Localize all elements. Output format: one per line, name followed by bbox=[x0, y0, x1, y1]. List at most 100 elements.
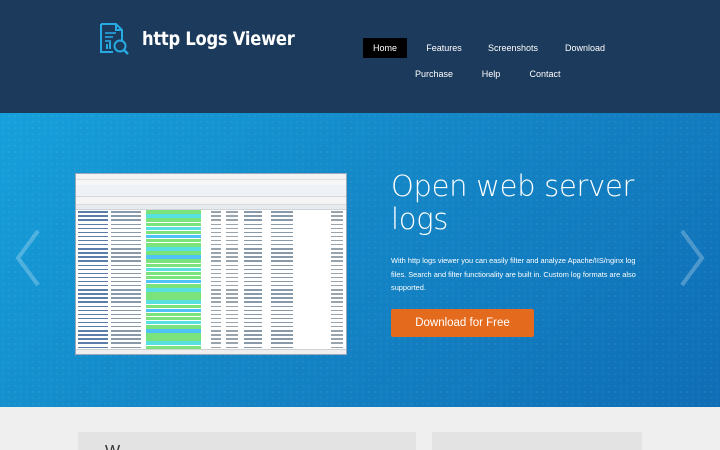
nav-download[interactable]: Download bbox=[559, 38, 611, 58]
log-cell bbox=[331, 239, 343, 242]
log-cell bbox=[211, 330, 221, 332]
log-cell bbox=[271, 305, 293, 307]
log-cell bbox=[211, 276, 221, 279]
nav-screenshots[interactable]: Screenshots bbox=[483, 38, 543, 58]
logo[interactable]: http Logs Viewer bbox=[98, 22, 319, 56]
log-cell bbox=[226, 219, 238, 221]
log-cell bbox=[331, 317, 343, 320]
chevron-left-icon[interactable] bbox=[8, 223, 48, 293]
log-cell bbox=[331, 252, 343, 254]
log-cell bbox=[111, 239, 141, 242]
log-cell bbox=[331, 330, 343, 332]
log-cell bbox=[271, 227, 293, 230]
log-cell bbox=[78, 252, 108, 254]
log-cell bbox=[244, 227, 262, 230]
log-cell bbox=[271, 256, 293, 258]
log-cell bbox=[211, 235, 221, 238]
chevron-right-icon[interactable] bbox=[672, 223, 712, 293]
log-cell bbox=[244, 330, 262, 332]
log-cell bbox=[111, 346, 141, 348]
log-cell bbox=[226, 342, 238, 344]
log-cell bbox=[211, 252, 221, 254]
log-cell bbox=[271, 219, 293, 221]
log-cell bbox=[271, 268, 293, 271]
log-cell bbox=[78, 248, 108, 250]
log-cell bbox=[244, 305, 262, 307]
log-cell bbox=[111, 244, 141, 246]
log-cell bbox=[226, 248, 238, 250]
log-cell bbox=[244, 321, 262, 324]
log-cell bbox=[226, 223, 238, 225]
log-cell bbox=[244, 301, 262, 303]
log-search-icon bbox=[100, 23, 129, 55]
log-cell bbox=[211, 317, 221, 320]
log-cell bbox=[331, 280, 343, 283]
log-cell bbox=[271, 330, 293, 332]
log-cell bbox=[271, 321, 293, 324]
nav-home[interactable]: Home bbox=[363, 38, 407, 58]
log-cell bbox=[78, 264, 108, 266]
log-cell bbox=[244, 256, 262, 258]
log-cell bbox=[78, 293, 108, 295]
log-cell bbox=[226, 334, 238, 336]
log-cell bbox=[78, 342, 108, 344]
log-cell bbox=[244, 235, 262, 238]
log-cell bbox=[331, 272, 343, 275]
log-cell bbox=[211, 346, 221, 348]
log-cell bbox=[111, 326, 141, 328]
log-cell bbox=[271, 346, 293, 348]
nav-features[interactable]: Features bbox=[420, 38, 468, 58]
log-cell bbox=[271, 317, 293, 320]
nav-contact[interactable]: Contact bbox=[525, 64, 565, 84]
log-cell bbox=[111, 297, 141, 299]
log-cell bbox=[211, 215, 221, 217]
log-cell bbox=[111, 215, 141, 217]
log-cell bbox=[111, 256, 141, 258]
log-cell bbox=[211, 338, 221, 340]
log-cell bbox=[331, 260, 343, 262]
log-cell bbox=[331, 342, 343, 344]
log-cell bbox=[78, 227, 108, 230]
log-cell bbox=[271, 338, 293, 340]
log-cell bbox=[244, 285, 262, 287]
nav-help[interactable]: Help bbox=[476, 64, 506, 84]
log-cell bbox=[211, 297, 221, 299]
log-cell bbox=[211, 260, 221, 262]
log-cell bbox=[211, 305, 221, 307]
log-cell bbox=[331, 231, 343, 234]
feature-card bbox=[432, 432, 642, 450]
log-cell bbox=[111, 264, 141, 266]
log-cell bbox=[271, 297, 293, 299]
log-cell bbox=[331, 285, 343, 287]
log-cell bbox=[226, 260, 238, 262]
log-cell bbox=[244, 244, 262, 246]
log-cell bbox=[331, 293, 343, 295]
log-cell bbox=[78, 272, 108, 275]
log-cell bbox=[226, 276, 238, 279]
log-cell bbox=[78, 215, 108, 217]
log-cell bbox=[226, 289, 238, 291]
log-cell bbox=[226, 317, 238, 320]
log-cell bbox=[271, 231, 293, 234]
log-cell bbox=[211, 223, 221, 225]
log-cell bbox=[211, 334, 221, 336]
log-cell bbox=[211, 280, 221, 283]
brand-name: http Logs Viewer bbox=[142, 28, 295, 50]
download-free-button[interactable]: Download for Free bbox=[391, 309, 534, 337]
log-cell bbox=[111, 285, 141, 287]
log-cell bbox=[111, 260, 141, 262]
app-screenshot[interactable] bbox=[75, 173, 347, 355]
hero-title: Open web server logs bbox=[391, 169, 635, 236]
log-cell bbox=[111, 334, 141, 336]
log-cell bbox=[331, 219, 343, 221]
log-cell bbox=[226, 338, 238, 340]
log-cell bbox=[244, 223, 262, 225]
log-cell bbox=[111, 301, 141, 303]
log-cell bbox=[226, 309, 238, 312]
nav-purchase[interactable]: Purchase bbox=[410, 64, 458, 84]
log-cell bbox=[211, 313, 221, 316]
log-cell bbox=[271, 276, 293, 279]
log-cell bbox=[331, 227, 343, 230]
screenshot-filterbar bbox=[76, 197, 346, 205]
log-cell bbox=[271, 342, 293, 344]
